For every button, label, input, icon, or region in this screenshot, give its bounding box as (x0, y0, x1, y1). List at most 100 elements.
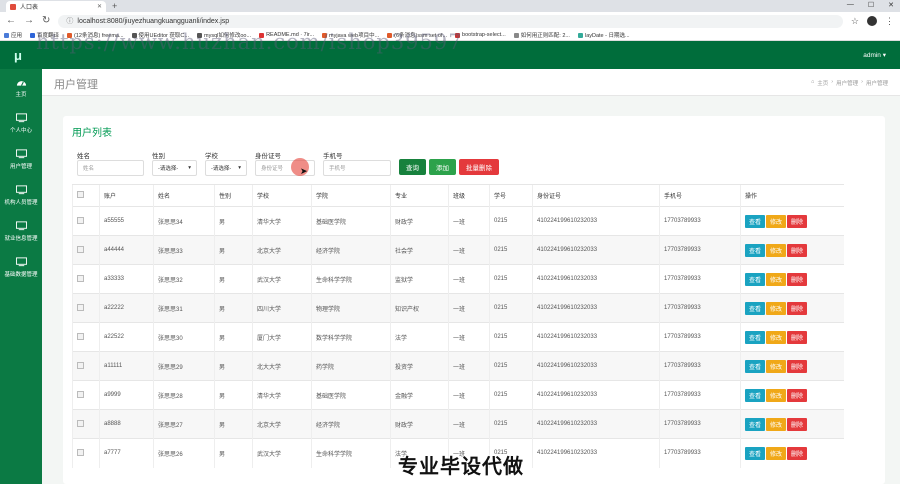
sidebar-item-employment[interactable]: 就业信息管理 (0, 213, 42, 249)
sidebar-item-base-data[interactable]: 基础数据管理 (0, 249, 42, 285)
table-cell: a55555 (99, 206, 154, 236)
new-tab-icon[interactable]: + (112, 1, 117, 11)
view-button[interactable]: 查看 (745, 388, 766, 402)
row-checkbox[interactable] (77, 332, 84, 340)
url-field[interactable]: ⓘ localhost:8080/jiuyezhuangkuangguanli/… (58, 14, 843, 28)
table-cell: 基础医学院 (311, 206, 391, 236)
school-select[interactable]: -请选择- ▾ (205, 160, 247, 176)
add-button[interactable]: 添加 (429, 159, 456, 175)
view-button[interactable]: 查看 (745, 359, 766, 373)
menu-icon[interactable]: ⋮ (885, 16, 894, 27)
view-button[interactable]: 查看 (745, 330, 766, 344)
table-cell: 张思思33 (153, 235, 215, 265)
table-cell: 武汉大学 (252, 264, 312, 294)
close-window-icon[interactable]: ✕ (888, 1, 894, 9)
delete-button[interactable]: 删除 (787, 330, 808, 344)
maximize-icon[interactable]: ☐ (868, 1, 874, 9)
col-header[interactable]: 姓名 (153, 184, 215, 207)
edit-button[interactable]: 修改 (766, 243, 787, 257)
edit-button[interactable]: 修改 (766, 446, 787, 460)
bookmark-item[interactable]: (12条消息) freema... (67, 31, 124, 39)
sidebar-item-label: 就业信息管理 (4, 235, 38, 242)
row-checkbox[interactable] (77, 303, 84, 311)
edit-button[interactable]: 修改 (766, 272, 787, 286)
col-header[interactable]: 性别 (214, 184, 253, 207)
bookmark-item[interactable]: mysql如何修改oo... (196, 31, 251, 39)
delete-button[interactable]: 删除 (787, 446, 808, 460)
profile-avatar-icon[interactable] (867, 16, 877, 26)
col-header[interactable]: 身份证号 (532, 184, 660, 207)
col-header[interactable]: 学号 (489, 184, 533, 207)
bookmark-item[interactable]: layDate - 日期选... (577, 31, 630, 39)
bookmark-item[interactable]: 应用 (4, 31, 22, 39)
col-header[interactable]: 手机号 (659, 184, 741, 207)
col-header[interactable]: 学院 (311, 184, 391, 207)
breadcrumb-home[interactable]: 主页 (817, 79, 828, 87)
bookmark-item[interactable]: 百度翻译 (30, 31, 59, 39)
row-checkbox[interactable] (77, 419, 84, 427)
name-input[interactable]: 姓名 (77, 160, 144, 176)
row-checkbox[interactable] (77, 448, 84, 456)
user-table: 账户 姓名 性别 学校 学院 专业 班级 学号 身份证号 手机号 操作 a555… (72, 184, 844, 468)
batch-delete-button[interactable]: 批量删除 (459, 159, 499, 175)
edit-button[interactable]: 修改 (766, 417, 787, 431)
table-cell: 0215 (489, 380, 533, 410)
bookmark-item[interactable]: (6条消息)ssm set of... (387, 31, 447, 39)
query-button[interactable]: 查询 (399, 159, 426, 175)
col-header[interactable]: 专业 (390, 184, 449, 207)
table-header-row: 账户 姓名 性别 学校 学院 专业 班级 学号 身份证号 手机号 操作 (72, 184, 844, 207)
admin-user-menu[interactable]: admin ▾ (863, 51, 886, 59)
table-cell: 投资学 (390, 351, 449, 381)
view-button[interactable]: 查看 (745, 214, 766, 228)
delete-button[interactable]: 删除 (787, 301, 808, 315)
phone-input[interactable]: 手机号 (323, 160, 391, 176)
edit-button[interactable]: 修改 (766, 330, 787, 344)
sidebar-item-home[interactable]: 主页 (0, 69, 42, 105)
view-button[interactable]: 查看 (745, 243, 766, 257)
minimize-icon[interactable]: — (847, 1, 854, 9)
delete-button[interactable]: 删除 (787, 359, 808, 373)
bookmark-item[interactable]: README.md · 7ir... (259, 32, 314, 38)
bookmark-item[interactable]: bootstrap-select... (455, 32, 506, 38)
view-button[interactable]: 查看 (745, 446, 766, 460)
id-number-label: 身份证号 (255, 153, 281, 160)
table-cell: 男 (214, 235, 253, 265)
bookmark-item[interactable]: 使用UEditor 获取C... (131, 31, 189, 39)
view-button[interactable]: 查看 (745, 417, 766, 431)
bookmark-star-icon[interactable]: ☆ (851, 16, 859, 27)
edit-button[interactable]: 修改 (766, 214, 787, 228)
delete-button[interactable]: 删除 (787, 272, 808, 286)
sidebar-item-org-staff[interactable]: 机构人员管理 (0, 177, 42, 213)
select-all-checkbox[interactable] (77, 191, 84, 198)
edit-button[interactable]: 修改 (766, 359, 787, 373)
edit-button[interactable]: 修改 (766, 301, 787, 315)
row-checkbox[interactable] (77, 245, 84, 253)
col-header[interactable]: 学校 (252, 184, 312, 207)
delete-button[interactable]: 删除 (787, 243, 808, 257)
back-icon[interactable]: ← (6, 16, 16, 26)
sidebar-item-profile[interactable]: 个人中心 (0, 105, 42, 141)
delete-button[interactable]: 删除 (787, 214, 808, 228)
browser-tab[interactable]: 人口表 ✕ (6, 1, 106, 12)
edit-button[interactable]: 修改 (766, 388, 787, 402)
delete-button[interactable]: 删除 (787, 417, 808, 431)
col-header[interactable]: 账户 (99, 184, 154, 207)
delete-button[interactable]: 删除 (787, 388, 808, 402)
view-button[interactable]: 查看 (745, 301, 766, 315)
sidebar-item-users[interactable]: 用户管理 (0, 141, 42, 177)
row-checkbox[interactable] (77, 274, 84, 282)
row-checkbox[interactable] (77, 361, 84, 369)
col-header[interactable]: 班级 (448, 184, 490, 207)
row-checkbox[interactable] (77, 216, 84, 224)
view-button[interactable]: 查看 (745, 272, 766, 286)
gender-select[interactable]: -请选择- ▾ (152, 160, 197, 176)
bookmark-item[interactable]: 如何用正则匹配: 2... (513, 31, 570, 39)
bookmark-item[interactable]: myjava web项目中... (322, 31, 379, 39)
chevron-down-icon: ▾ (238, 165, 241, 171)
reload-icon[interactable]: ↻ (42, 16, 50, 26)
row-checkbox[interactable] (77, 390, 84, 398)
forward-icon[interactable]: → (24, 16, 34, 26)
breadcrumb-section[interactable]: 用户管理 (836, 79, 858, 87)
table-cell: 四川大学 (252, 293, 312, 323)
tab-close-icon[interactable]: ✕ (97, 3, 102, 10)
